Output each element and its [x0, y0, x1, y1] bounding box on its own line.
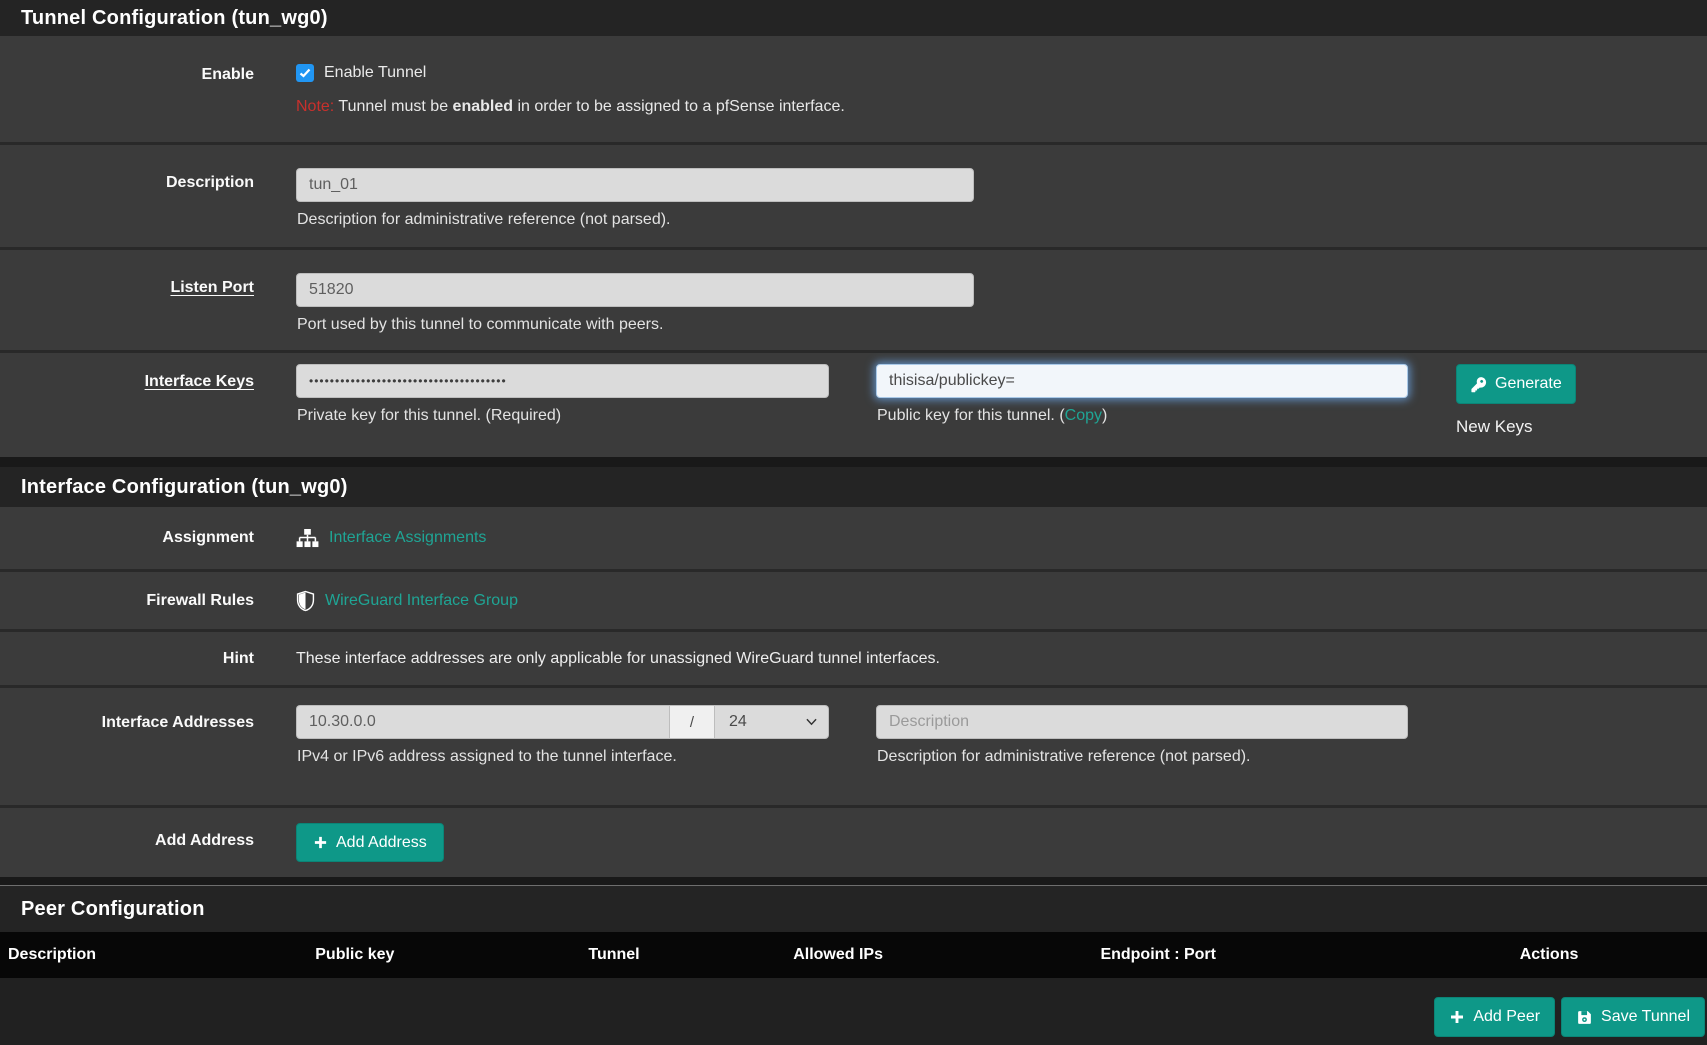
key-icon	[1470, 376, 1487, 393]
listen-port-help: Port used by this tunnel to communicate …	[297, 316, 1707, 334]
note-text-2: in order to be assigned to a pfSense int…	[513, 98, 845, 115]
description-input[interactable]	[296, 168, 974, 202]
interface-keys-label: Interface Keys	[145, 373, 254, 390]
sitemap-icon	[296, 529, 319, 548]
plus-icon	[1449, 1009, 1465, 1025]
add-address-label: Add Address	[0, 808, 296, 877]
save-tunnel-button-label: Save Tunnel	[1601, 1008, 1690, 1026]
listen-port-label: Listen Port	[170, 279, 254, 296]
tunnel-configuration-heading: Tunnel Configuration (tun_wg0)	[0, 0, 1707, 36]
interface-addresses-label: Interface Addresses	[0, 688, 296, 805]
interface-addresses-row: Interface Addresses / 24 IPv4 or IPv6 ad…	[0, 685, 1707, 805]
private-key-help: Private key for this tunnel. (Required)	[297, 407, 829, 425]
note-bold: enabled	[453, 98, 513, 115]
panel-gap	[0, 457, 1707, 467]
private-key-input[interactable]	[296, 364, 829, 398]
peer-configuration-heading: Peer Configuration	[0, 885, 1707, 932]
tunnel-configuration-body: Enable Enable Tunnel Note: Tunnel must b…	[0, 36, 1707, 457]
new-keys-label: New Keys	[1456, 417, 1576, 437]
public-key-help: Public key for this tunnel. (Copy)	[877, 407, 1408, 425]
wireguard-interface-group-link[interactable]: WireGuard Interface Group	[325, 592, 518, 610]
interface-configuration-heading: Interface Configuration (tun_wg0)	[0, 467, 1707, 507]
column-header-description: Description	[0, 946, 307, 964]
generate-button-label: Generate	[1495, 375, 1562, 393]
enable-label: Enable	[0, 36, 296, 142]
interface-configuration-body: Assignment Interface Assignments Firewal…	[0, 507, 1707, 877]
firewall-rules-label: Firewall Rules	[0, 592, 296, 610]
add-address-button-label: Add Address	[336, 834, 427, 852]
interface-address-help: IPv4 or IPv6 address assigned to the tun…	[297, 748, 829, 766]
assignment-row: Assignment Interface Assignments	[0, 507, 1707, 569]
mask-select-value: 24	[729, 713, 747, 731]
enable-tunnel-checkbox-line[interactable]: Enable Tunnel	[296, 64, 1707, 82]
interface-configuration-panel: Interface Configuration (tun_wg0) Assign…	[0, 467, 1707, 877]
assignment-label: Assignment	[0, 529, 296, 547]
hint-row: Hint These interface addresses are only …	[0, 629, 1707, 685]
add-peer-button-label: Add Peer	[1473, 1008, 1540, 1026]
peer-configuration-panel: Peer Configuration Description Public ke…	[0, 885, 1707, 1045]
hint-text: These interface addresses are only appli…	[296, 650, 940, 667]
enable-tunnel-checkbox-label: Enable Tunnel	[324, 64, 426, 82]
interface-assignments-link[interactable]: Interface Assignments	[329, 529, 486, 547]
firewall-rules-row: Firewall Rules WireGuard Interface Group	[0, 569, 1707, 629]
peer-table-header: Description Public key Tunnel Allowed IP…	[0, 932, 1707, 978]
column-header-tunnel: Tunnel	[580, 946, 785, 964]
generate-keys-button[interactable]: Generate	[1456, 364, 1576, 404]
address-description-help: Description for administrative reference…	[877, 748, 1408, 766]
column-header-allowed-ips: Allowed IPs	[785, 946, 1092, 964]
enable-row: Enable Enable Tunnel Note: Tunnel must b…	[0, 36, 1707, 142]
listen-port-input[interactable]	[296, 273, 974, 307]
panel-gap	[0, 877, 1707, 885]
description-help: Description for administrative reference…	[297, 211, 1707, 229]
enable-tunnel-checkbox[interactable]	[296, 64, 314, 82]
save-icon	[1576, 1009, 1593, 1026]
copy-public-key-link[interactable]: Copy	[1065, 407, 1102, 424]
note-prefix: Note:	[296, 98, 334, 115]
address-mask-separator: /	[669, 705, 715, 739]
column-header-actions: Actions	[1391, 946, 1707, 964]
add-peer-button[interactable]: Add Peer	[1434, 997, 1555, 1037]
interface-configuration-title: Interface Configuration (tun_wg0)	[0, 467, 1707, 505]
save-tunnel-button[interactable]: Save Tunnel	[1561, 997, 1705, 1037]
column-header-endpoint-port: Endpoint : Port	[1092, 946, 1391, 964]
checkmark-icon	[299, 68, 311, 78]
add-address-button[interactable]: Add Address	[296, 823, 444, 862]
add-address-row: Add Address Add Address	[0, 805, 1707, 877]
peer-configuration-title: Peer Configuration	[0, 886, 1707, 927]
form-actions-bar: Add Peer Save Tunnel	[0, 978, 1707, 1045]
chevron-down-icon	[806, 718, 817, 726]
public-key-input[interactable]	[876, 364, 1408, 398]
tunnel-configuration-title: Tunnel Configuration (tun_wg0)	[0, 0, 1707, 36]
address-description-input[interactable]	[876, 705, 1408, 739]
column-header-public-key: Public key	[307, 946, 580, 964]
listen-port-row: Listen Port Port used by this tunnel to …	[0, 247, 1707, 350]
tunnel-configuration-panel: Tunnel Configuration (tun_wg0) Enable En…	[0, 0, 1707, 457]
plus-icon	[313, 835, 328, 850]
enable-note: Note: Tunnel must be enabled in order to…	[296, 98, 1707, 116]
interface-address-input[interactable]	[296, 705, 669, 739]
description-label: Description	[0, 145, 296, 247]
interface-keys-row: Interface Keys Private key for this tunn…	[0, 350, 1707, 457]
hint-label: Hint	[0, 650, 296, 668]
description-row: Description Description for administrati…	[0, 142, 1707, 247]
mask-select[interactable]: 24	[715, 705, 829, 739]
note-text: Tunnel must be	[334, 98, 452, 115]
shield-icon	[296, 590, 315, 612]
